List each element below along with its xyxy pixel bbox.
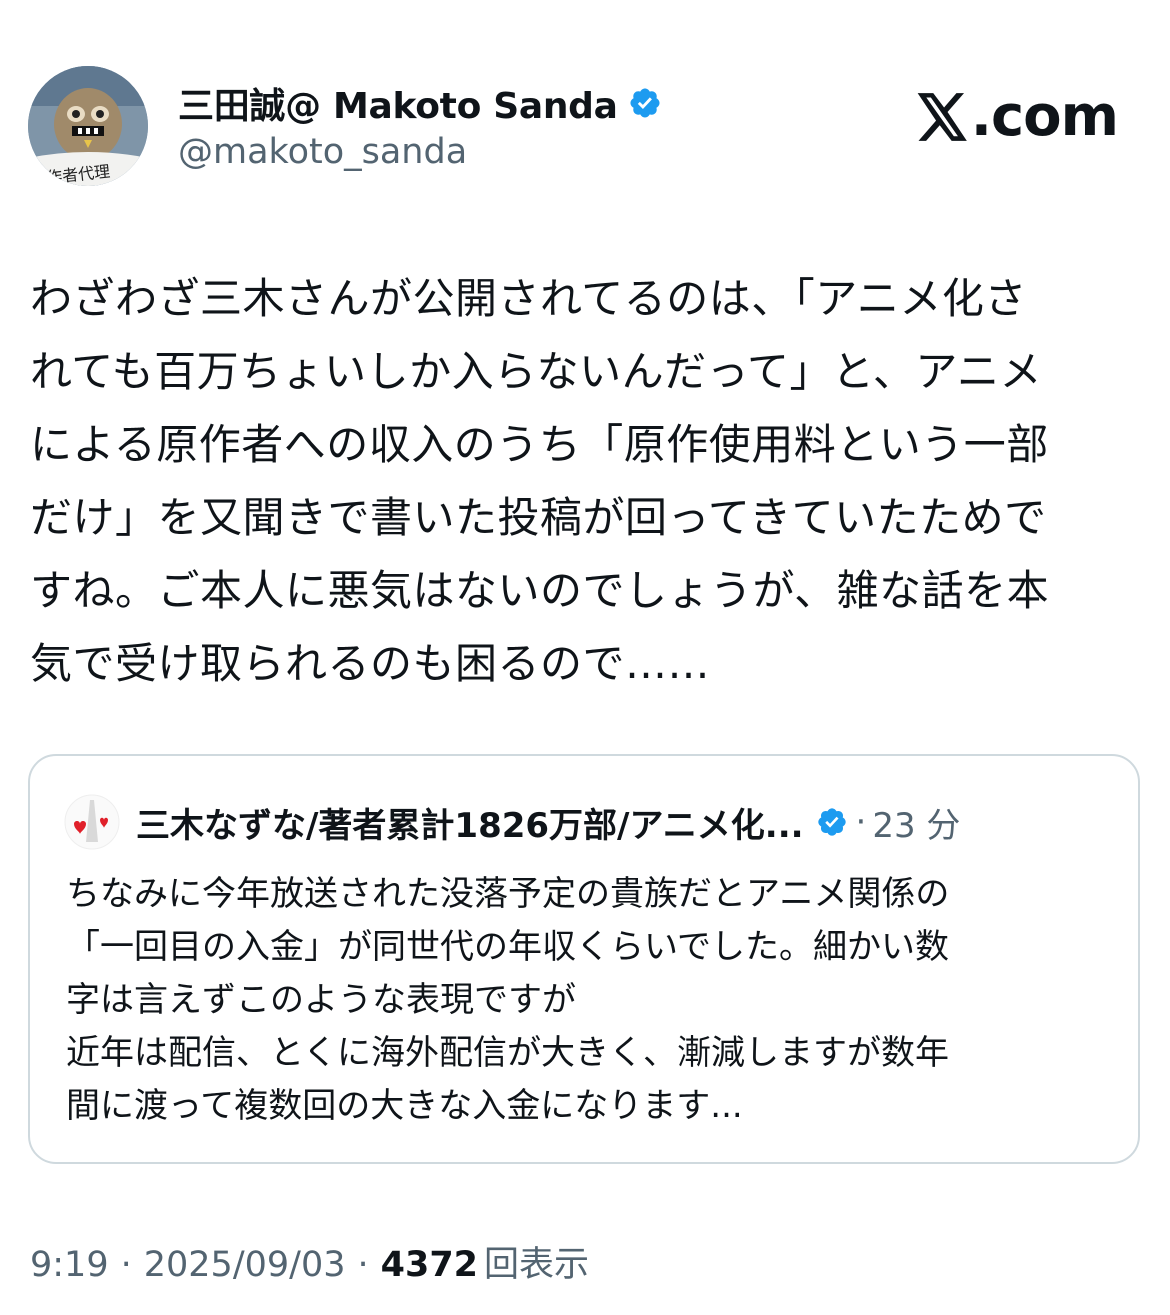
tweet-date[interactable]: 2025/09/03 [144,1245,346,1285]
author-display-name[interactable]: 三田誠@ Makoto Sanda [178,77,618,129]
verified-badge-icon [630,88,660,118]
quoted-author-display-name[interactable]: 三木なずな/著者累計1826万部/アニメ化... [136,798,804,847]
quoted-timestamp[interactable]: 23 分 [872,798,960,847]
views-label: 回表示 [484,1245,590,1285]
quoted-verified-badge-icon [817,808,846,836]
x-logo-icon [917,92,967,141]
quoted-separator: · [855,802,867,842]
quoted-tweet[interactable]: 三木なずな/著者累計1826万部/アニメ化... · 23 分 ちなみに今年放送… [28,754,1140,1164]
author-handle[interactable]: @makoto_sanda [178,132,662,172]
tweet-time[interactable]: 9:19 [30,1245,109,1285]
meta-separator: · [357,1245,369,1285]
tweet-body-text: わざわざ三木さんが公開されてるのは、「アニメ化さ れても百万ちょいしか入らないん… [30,274,1050,688]
author-names: 三田誠@ Makoto Sanda @makoto_sanda [178,80,662,172]
x-logo-domain: .com [970,84,1119,149]
quoted-author-avatar[interactable] [64,794,120,850]
author-avatar[interactable]: 作者代理 [28,66,148,186]
views-count[interactable]: 4372 [381,1245,478,1285]
tweet-header: 作者代理 三田誠@ Makoto Sanda @makoto_sanda .co… [28,66,1130,186]
quoted-tweet-header: 三木なずな/著者累計1826万部/アニメ化... · 23 分 [64,794,1108,850]
meta-separator: · [120,1245,132,1285]
x-com-logo: .com [917,84,1119,149]
quoted-tweet-text: ちなみに今年放送された没落予定の貴族だとアニメ関係の 「一回目の入金」が同世代の… [66,874,950,1126]
tweet-meta: 9:19 · 2025/09/03 · 4372 回表示 [30,1236,589,1287]
